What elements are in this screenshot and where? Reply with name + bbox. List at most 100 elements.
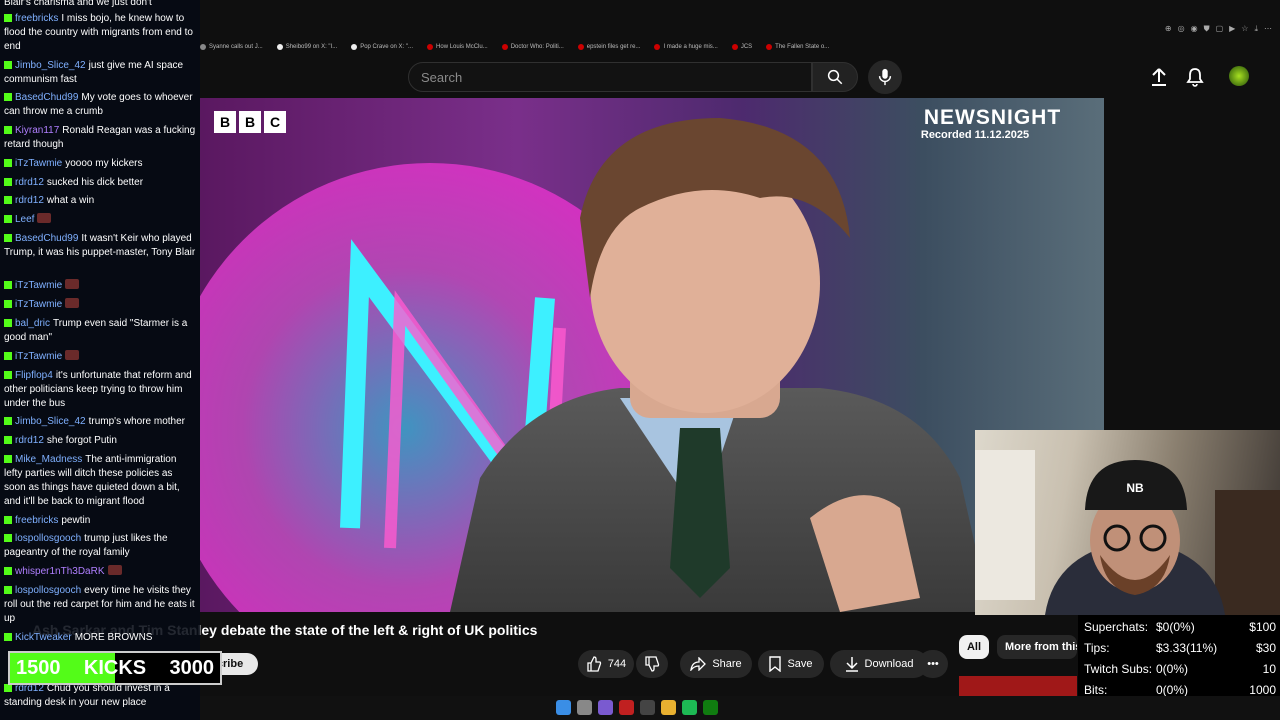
extension-icons: ⊕ ◎ ◉ ⛊ ▢ ▶ ☆ ⤓ ⋯	[1165, 24, 1272, 34]
folder-icon[interactable]	[661, 700, 676, 715]
chat-username[interactable]: iTzTawmie	[15, 351, 62, 362]
share-button[interactable]: Share	[680, 650, 752, 678]
extension-icon[interactable]: ◎	[1178, 24, 1185, 34]
extension-icon[interactable]: ◉	[1191, 24, 1198, 34]
chat-message: Jimbo_Slice_42 just give me AI space comm…	[4, 59, 196, 87]
chat-text: pewtin	[61, 515, 91, 526]
zoom-icon[interactable]: ⊕	[1165, 24, 1172, 34]
chat-message: BasedChud99 It wasn't Keir who played Tru…	[4, 232, 196, 260]
app-icon[interactable]	[598, 700, 613, 715]
kick-badge-icon	[4, 178, 12, 186]
bookmark-label: JCS	[740, 44, 753, 50]
bookmark-item[interactable]: Syanne calls out J...	[200, 40, 263, 54]
chat-username[interactable]: Leef	[15, 214, 34, 225]
bbc-logo-letter: B	[214, 111, 236, 133]
emote-icon	[65, 350, 80, 360]
upload-icon[interactable]	[1150, 67, 1168, 92]
extension-icon[interactable]: ▢	[1216, 24, 1224, 34]
chat-username[interactable]: freebricks	[15, 13, 58, 24]
search-icon[interactable]	[577, 700, 592, 715]
like-button[interactable]: 744	[578, 650, 634, 678]
kicks-goal: 3000	[169, 656, 214, 679]
chat-username[interactable]: whisper1nTh3DaRK	[15, 566, 105, 577]
chat-username[interactable]: lospollosgooch	[15, 585, 81, 596]
chat-username[interactable]: rdrd12	[15, 177, 44, 188]
dislike-button[interactable]	[636, 650, 668, 678]
bookmark-favicon-icon	[200, 44, 206, 50]
save-button[interactable]: Save	[758, 650, 824, 678]
chip-all[interactable]: All	[959, 635, 989, 659]
bookmark-icon	[769, 656, 782, 672]
stats-row: Superchats: $0(0%) $100	[1084, 618, 1276, 636]
notifications-bell-icon[interactable]	[1186, 67, 1204, 92]
bookmark-item[interactable]: Sheibo99 on X: "I...	[276, 40, 337, 54]
play-icon[interactable]: ▶	[1229, 24, 1235, 34]
kick-badge-icon	[4, 371, 12, 379]
chat-message: rdrd12 Chud you should invest in a standi…	[4, 682, 196, 710]
bookmark-label: Pop Crave on X: "...	[360, 44, 414, 50]
bookmark-favicon-icon	[654, 44, 661, 50]
voice-search-button[interactable]	[868, 60, 902, 94]
chat-message: freebricks pewtin	[4, 514, 196, 528]
microphone-icon	[878, 68, 892, 86]
start-icon[interactable]	[556, 700, 571, 715]
emote-icon	[65, 279, 80, 289]
download-icon[interactable]: ⤓	[1254, 24, 1258, 34]
chat-message: bal_dric Trump even said "Starmer is a go…	[4, 317, 196, 345]
video-frame	[200, 118, 990, 612]
search-icon	[827, 69, 843, 85]
chat-username[interactable]: rdrd12	[15, 195, 44, 206]
shield-icon[interactable]: ⛊	[1204, 24, 1210, 34]
kick-badge-icon	[4, 436, 12, 444]
chat-username[interactable]: Mike_Madness	[15, 454, 82, 465]
bookmark-favicon-icon	[427, 44, 434, 50]
chip-more-from-channel[interactable]: More from this s	[997, 635, 1077, 659]
more-icon: •••	[927, 658, 939, 670]
bookmark-item[interactable]: JCS	[731, 40, 753, 54]
taskbar-icons	[556, 700, 718, 715]
download-button[interactable]: Download	[830, 650, 928, 678]
search-button[interactable]	[812, 62, 858, 92]
bookmark-label: How Louis McClu...	[436, 44, 488, 50]
chat-message: Flipflop4 it's unfortunate that reform an…	[4, 369, 196, 411]
video-player[interactable]	[200, 98, 1104, 612]
kick-badge-icon	[4, 319, 12, 327]
bookmark-item[interactable]: epstein files get re...	[577, 40, 640, 54]
chat-text: trump's whore mother	[88, 416, 185, 427]
windows-taskbar	[200, 696, 1280, 720]
spotify-icon[interactable]	[682, 700, 697, 715]
bookmark-item[interactable]: Doctor Who: Politi...	[501, 40, 564, 54]
chat-username[interactable]: Flipflop4	[15, 370, 53, 381]
chat-username[interactable]: BasedChud99	[15, 233, 78, 244]
bookmark-item[interactable]: Pop Crave on X: "...	[351, 40, 413, 54]
chat-message: iTzTawmie	[4, 279, 196, 293]
account-avatar[interactable]	[1229, 66, 1249, 86]
chat-username[interactable]: iTzTawmie	[15, 158, 62, 169]
chat-username[interactable]: freebricks	[15, 515, 58, 526]
favorite-icon[interactable]: ☆	[1241, 24, 1248, 34]
bookmark-item[interactable]: How Louis McClu...	[427, 40, 488, 54]
chat-username[interactable]: BasedChud99	[15, 92, 78, 103]
bookmark-item[interactable]: I made a huge mis...	[654, 40, 718, 54]
search-input[interactable]: Search	[408, 62, 812, 92]
chat-username[interactable]: iTzTawmie	[15, 299, 62, 310]
chat-username[interactable]: Jimbo_Slice_42	[15, 60, 86, 71]
xbox-icon[interactable]	[703, 700, 718, 715]
menu-icon[interactable]: ⋯	[1264, 24, 1272, 34]
stats-value: $0(0%)	[1156, 620, 1195, 634]
chat-username[interactable]: iTzTawmie	[15, 280, 62, 291]
chat-username[interactable]: KickTweaker	[15, 632, 72, 643]
bookmark-item[interactable]: The Fallen State o...	[766, 40, 829, 54]
kick-badge-icon	[4, 417, 12, 425]
browser-icon[interactable]	[640, 700, 655, 715]
recommended-video-thumbnail[interactable]	[959, 676, 1077, 696]
app-icon[interactable]	[619, 700, 634, 715]
chat-username[interactable]: Kiyran117	[15, 125, 59, 136]
chat-username[interactable]: rdrd12	[15, 435, 44, 446]
more-actions-button[interactable]: •••	[918, 650, 948, 678]
bbc-logo-letter: C	[264, 111, 286, 133]
emote-icon	[65, 298, 80, 308]
chat-username[interactable]: lospollosgooch	[15, 533, 81, 544]
chat-username[interactable]: bal_dric	[15, 318, 50, 329]
chat-username[interactable]: Jimbo_Slice_42	[15, 416, 86, 427]
